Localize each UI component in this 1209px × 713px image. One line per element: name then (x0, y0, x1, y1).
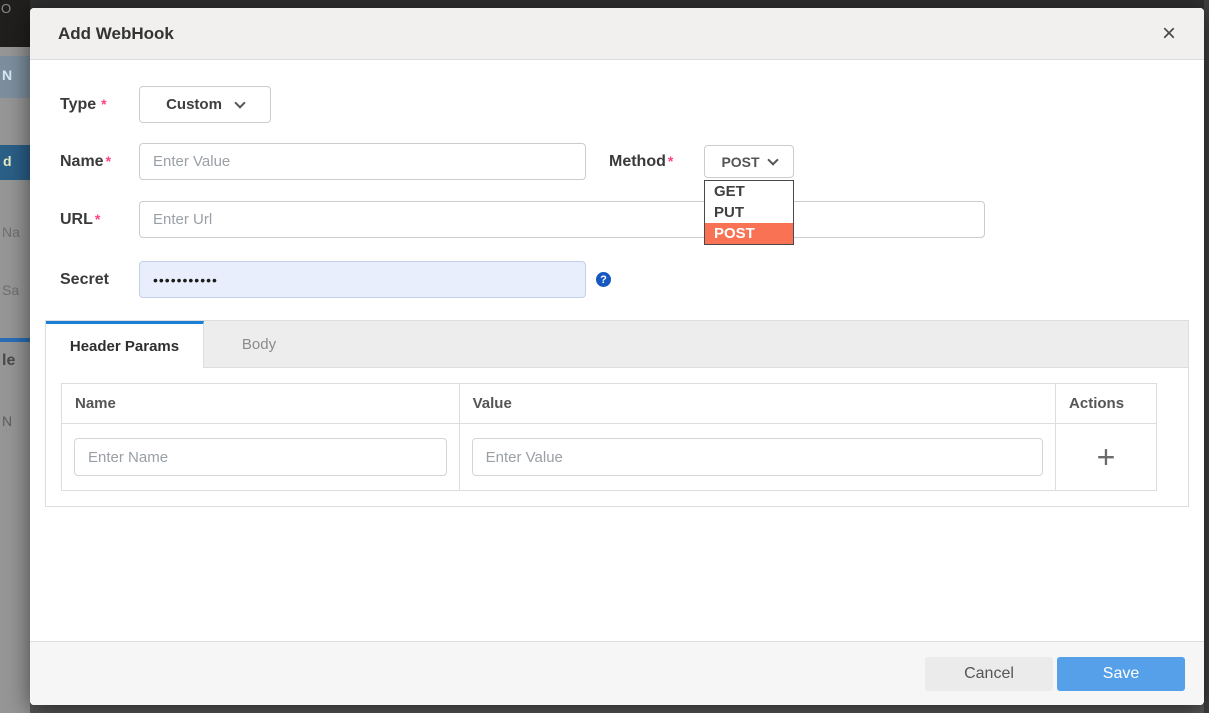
type-select-value: Custom (166, 96, 222, 113)
method-option-put[interactable]: PUT (705, 202, 793, 223)
background-fragment: O (0, 0, 30, 47)
tab-header-params[interactable]: Header Params (46, 321, 204, 368)
type-label: Type * (60, 96, 139, 114)
dialog-footer: Cancel Save (30, 641, 1204, 705)
secret-input[interactable] (139, 261, 586, 298)
background-page-bottom (0, 704, 1209, 713)
background-fragment: d (0, 145, 30, 180)
name-label: Name* (60, 153, 139, 171)
secret-row: Secret ? (60, 261, 1174, 298)
param-name-input[interactable] (74, 438, 447, 476)
add-webhook-dialog: Add WebHook × Type* Custom Name* Method* (30, 8, 1204, 705)
table-row: + (62, 424, 1157, 491)
background-page-right (1204, 0, 1209, 713)
url-input[interactable] (139, 201, 985, 238)
column-header-name: Name (62, 384, 460, 424)
tab-body[interactable]: Body (204, 321, 314, 368)
dialog-title: Add WebHook (58, 24, 174, 44)
url-row: URL* (60, 201, 1174, 238)
help-icon[interactable]: ? (596, 272, 611, 287)
dialog-header: Add WebHook × (30, 8, 1204, 60)
params-card: Header Params Body Name Value Actions (45, 320, 1189, 507)
required-asterisk: * (101, 96, 106, 112)
method-dropdown-menu: GET PUT POST (704, 180, 794, 245)
secret-label: Secret (60, 271, 139, 289)
save-button[interactable]: Save (1057, 657, 1185, 691)
background-page-left: O N d Na Sa le N (0, 0, 30, 713)
required-asterisk: * (95, 211, 100, 227)
chevron-down-icon (234, 97, 245, 108)
method-label-text: Method (609, 153, 666, 170)
param-name-cell (62, 424, 460, 491)
method-option-get[interactable]: GET (705, 181, 793, 202)
background-fragment (0, 338, 30, 342)
add-param-icon[interactable]: + (1097, 441, 1116, 473)
dialog-body: Type* Custom Name* Method* POST (30, 60, 1204, 641)
tab-content: Name Value Actions + (46, 368, 1188, 506)
name-input[interactable] (139, 143, 586, 180)
close-icon[interactable]: × (1162, 22, 1176, 46)
method-select[interactable]: POST (704, 145, 794, 178)
table-header-row: Name Value Actions (62, 384, 1157, 424)
tab-strip: Header Params Body (46, 321, 1188, 368)
background-fragment: Na (0, 224, 30, 240)
method-select-wrap: POST GET PUT POST (704, 145, 794, 178)
required-asterisk: * (106, 153, 111, 169)
name-row: Name* Method* POST GET PUT POST (60, 143, 1174, 180)
chevron-down-icon (767, 154, 778, 165)
background-fragment: N (0, 56, 30, 98)
param-value-input[interactable] (472, 438, 1043, 476)
param-actions-cell: + (1056, 424, 1157, 491)
background-fragment: le (0, 352, 30, 370)
method-select-value: POST (721, 154, 759, 170)
column-header-actions: Actions (1056, 384, 1157, 424)
type-select[interactable]: Custom (139, 86, 271, 123)
background-fragment: Sa (0, 282, 30, 298)
background-fragment: N (0, 413, 30, 429)
type-label-text: Type (60, 96, 96, 113)
url-label-text: URL (60, 211, 93, 228)
required-asterisk: * (668, 153, 673, 169)
type-row: Type * Custom (60, 86, 1174, 123)
name-label-text: Name (60, 153, 104, 170)
param-value-cell (459, 424, 1055, 491)
column-header-value: Value (459, 384, 1055, 424)
url-label: URL* (60, 211, 139, 229)
method-option-post[interactable]: POST (705, 223, 793, 244)
cancel-button[interactable]: Cancel (925, 657, 1053, 691)
method-label: Method* (609, 153, 704, 171)
params-table: Name Value Actions + (61, 383, 1157, 491)
